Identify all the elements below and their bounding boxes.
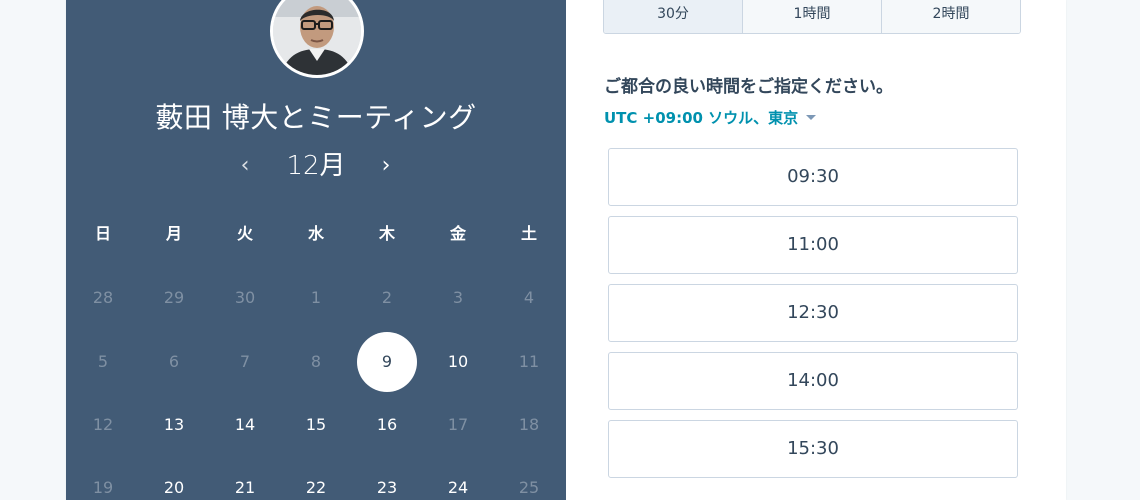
duration-2hour-button[interactable]: 2時間 xyxy=(882,0,1020,33)
calendar-day[interactable]: 14 xyxy=(215,395,275,455)
avatar xyxy=(270,0,364,78)
calendar-day: 8 xyxy=(310,352,322,371)
calendar-panel: 藪田 博大とミーティング ‹ 12月 › 日月火水木金土 28 29 30 1 2 3 4 5… xyxy=(66,0,566,500)
calendar-day: 17 xyxy=(447,415,469,434)
timezone-dropdown[interactable]: UTC +09:00 ソウル、東京 xyxy=(604,107,817,128)
time-slot-button[interactable]: 12:30 xyxy=(608,284,1018,342)
time-slot-button[interactable]: 11:00 xyxy=(608,216,1018,274)
calendar-day: 28 xyxy=(92,288,114,307)
calendar-day: 11 xyxy=(518,352,540,371)
time-selection-panel: 30分 1時間 2時間 ご都合の良い時間をご指定ください。 UTC +09:00… xyxy=(566,0,1066,500)
timezone-label: UTC +09:00 ソウル、東京 xyxy=(604,109,799,127)
calendar-day-selected[interactable]: 9 xyxy=(357,332,417,392)
meeting-title: 藪田 博大とミーティング xyxy=(155,101,477,134)
weekday-label: 金 xyxy=(449,224,466,243)
meeting-booking-card: 藪田 博大とミーティング ‹ 12月 › 日月火水木金土 28 29 30 1 2 3 4 5… xyxy=(66,0,1066,500)
calendar-day: 12 xyxy=(92,415,114,434)
month-navigation: ‹ 12月 › xyxy=(66,148,566,184)
calendar-day[interactable]: 16 xyxy=(357,395,417,455)
calendar-day[interactable]: 15 xyxy=(286,395,346,455)
weekday-label: 土 xyxy=(520,224,537,243)
calendar-day: 5 xyxy=(97,352,109,371)
duration-1hour-button[interactable]: 1時間 xyxy=(743,0,882,33)
time-slot-button[interactable]: 09:30 xyxy=(608,148,1018,206)
weekday-label: 日 xyxy=(94,224,111,243)
calendar-day[interactable]: 20 xyxy=(144,458,204,500)
calendar-day: 19 xyxy=(92,478,114,497)
calendar-day: 6 xyxy=(168,352,180,371)
calendar-day: 2 xyxy=(381,288,393,307)
time-prompt-heading: ご都合の良い時間をご指定ください。 xyxy=(604,77,893,97)
calendar-day: 18 xyxy=(518,415,540,434)
calendar-day[interactable]: 24 xyxy=(428,458,488,500)
calendar-day[interactable]: 21 xyxy=(215,458,275,500)
month-label: 12月 xyxy=(286,151,346,181)
time-slot-button[interactable]: 14:00 xyxy=(608,352,1018,410)
calendar-day: 1 xyxy=(310,288,322,307)
calendar-day: 4 xyxy=(523,288,535,307)
duration-selector: 30分 1時間 2時間 xyxy=(603,0,1021,34)
calendar-day: 30 xyxy=(234,288,256,307)
calendar-day: 3 xyxy=(452,288,464,307)
calendar-day[interactable]: 10 xyxy=(428,332,488,392)
time-slot-button[interactable]: 15:30 xyxy=(608,420,1018,478)
weekday-label: 水 xyxy=(307,224,324,243)
duration-30min-button[interactable]: 30分 xyxy=(604,0,743,33)
weekday-label: 木 xyxy=(378,224,395,243)
weekday-label: 火 xyxy=(236,224,253,243)
calendar-day: 7 xyxy=(239,352,251,371)
chevron-left-icon[interactable]: ‹ xyxy=(233,148,257,184)
calendar-day[interactable]: 23 xyxy=(357,458,417,500)
weekday-label: 月 xyxy=(165,224,182,243)
calendar-day[interactable]: 22 xyxy=(286,458,346,500)
calendar-day: 29 xyxy=(163,288,185,307)
calendar-day: 25 xyxy=(518,478,540,497)
caret-down-icon xyxy=(806,115,817,120)
calendar-day[interactable]: 13 xyxy=(144,395,204,455)
chevron-right-icon[interactable]: › xyxy=(374,148,398,184)
